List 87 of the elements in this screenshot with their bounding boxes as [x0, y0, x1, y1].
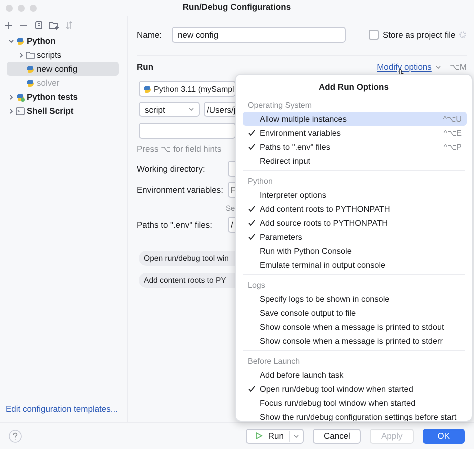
menu-item[interactable]: Show console when a message is printed to stderr [243, 334, 467, 348]
menu-item-label: Focus run/debug tool window when started [260, 398, 417, 408]
menu-item-label: Add source roots to PYTHONPATH [260, 218, 390, 228]
chevron-icon [292, 432, 300, 440]
menu-item-label: Paths to ".env" files [260, 142, 332, 152]
window-title: Run/Debug Configurations [182, 2, 292, 12]
section-header: Python [248, 177, 273, 186]
chevron-icon [188, 106, 195, 113]
store-label: Store as project file [383, 30, 456, 40]
python-icon [16, 36, 25, 46]
templates-link[interactable]: Edit configuration templates... [6, 404, 118, 414]
field-label: Environment variables: [137, 185, 224, 195]
dialog-button[interactable]: Run [246, 428, 304, 444]
field-label: Paths to ".env" files: [137, 220, 214, 230]
menu-item-label: Add before launch task [260, 370, 345, 380]
tree-item[interactable]: Shell Script [7, 104, 119, 118]
menu-item[interactable]: Focus run/debug tool window when started [243, 396, 467, 410]
menu-item-label: Allow multiple instances [260, 114, 348, 124]
python-icon [26, 78, 35, 88]
menu-item-label: Open run/debug tool window when started [260, 384, 414, 394]
tree-item[interactable]: Python tests [7, 90, 119, 104]
menu-item[interactable]: Environment variables ^⌥E [243, 126, 467, 140]
tree-item[interactable]: scripts [7, 48, 119, 62]
shortcut-hint: ^⌥U [443, 114, 462, 124]
menu-item-label: Environment variables [260, 128, 342, 138]
python-icon [143, 84, 152, 94]
menu-item-label: Run with Python Console [260, 246, 353, 256]
shortcut-hint: ^⌥P [444, 142, 462, 152]
dialog-button[interactable]: Cancel [312, 428, 362, 444]
section-title: Run [137, 62, 154, 72]
help-icon[interactable] [9, 430, 22, 442]
chevron-icon[interactable] [434, 64, 442, 70]
menu-item[interactable]: Interpreter options [243, 188, 467, 202]
sort-icon[interactable] [65, 20, 74, 30]
menu-item-label: Specify logs to be shown in console [260, 294, 391, 304]
section-header: Operating System [248, 101, 312, 110]
modify-options-link[interactable]: Modify options [377, 62, 432, 72]
menu-item[interactable]: Add source roots to PYTHONPATH [243, 216, 467, 230]
store-checkbox[interactable] [369, 30, 379, 40]
terminal-icon [16, 106, 25, 116]
section-header: Logs [248, 281, 266, 290]
menu-item-label: Add content roots to PYTHONPATH [260, 204, 392, 214]
copy-icon[interactable] [34, 20, 43, 30]
menu-item-label: Show console when a message is printed to stdout [260, 322, 446, 332]
field-label: Working directory: [137, 164, 206, 174]
menu-item[interactable]: Parameters [243, 230, 467, 244]
menu-item[interactable]: Show console when a message is printed to stdout [243, 320, 467, 334]
menu-item[interactable]: Show the run/debug configuration settings before start [243, 410, 467, 421]
popup-title: Add Run Options [319, 82, 389, 92]
python-tests-icon [16, 92, 25, 102]
menu-item-label: Save console output to file [260, 308, 358, 318]
ok-button[interactable]: OK [422, 428, 465, 444]
script-type-dropdown[interactable]: script [139, 102, 200, 117]
parameters-field[interactable] [139, 123, 236, 139]
name-label: Name: [137, 30, 164, 40]
menu-item-label: Show the run/debug configuration settings before start [260, 412, 458, 421]
shortcut-hint: ^⌥E [444, 128, 462, 138]
tree-item[interactable]: new config [7, 62, 119, 76]
menu-item[interactable]: Allow multiple instances ^⌥U [243, 112, 467, 126]
menu-item[interactable]: Paths to ".env" files ^⌥P [243, 140, 467, 154]
script-path-field[interactable]: /Users/j [204, 102, 238, 117]
play-icon [255, 432, 264, 440]
menu-item-label: Emulate terminal in output console [260, 260, 387, 270]
menu-item-label: Show console when a message is printed to stderr [260, 336, 444, 346]
field-hint: Press ⌥ for field hints [137, 144, 222, 154]
dropdown-value: script [145, 104, 166, 114]
menu-item-label: Parameters [260, 232, 304, 242]
new-folder-icon[interactable] [49, 20, 59, 30]
menu-item[interactable]: Specify logs to be shown in console [243, 292, 467, 306]
add-icon[interactable] [4, 20, 13, 30]
python-icon [26, 64, 35, 74]
menu-item[interactable]: Open run/debug tool window when started [243, 382, 467, 396]
menu-item[interactable]: Add before launch task [243, 368, 467, 382]
menu-item[interactable]: Save console output to file [243, 306, 467, 320]
menu-item[interactable]: Redirect input [243, 154, 467, 168]
name-field[interactable]: new config [172, 27, 346, 43]
folder-icon [26, 50, 35, 60]
menu-item[interactable]: Add content roots to PYTHONPATH [243, 202, 467, 216]
shortcut-hint: ⌥M [450, 62, 467, 72]
interpreter-text: Python 3.11 (mySampl [154, 84, 234, 94]
section-header: Before Launch [248, 357, 300, 366]
menu-item-label: Interpreter options [260, 190, 328, 200]
menu-item-label: Redirect input [260, 156, 312, 166]
menu-item[interactable]: Emulate terminal in output console [243, 258, 467, 272]
tree-item[interactable]: Python [7, 34, 119, 48]
interpreter-dropdown[interactable]: Python 3.11 (mySampl [139, 81, 236, 97]
menu-item[interactable]: Run with Python Console [243, 244, 467, 258]
